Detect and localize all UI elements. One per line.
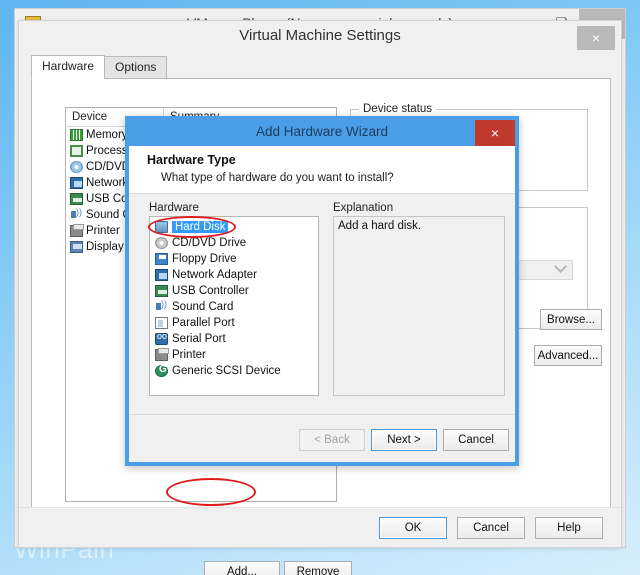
usb-controller-icon bbox=[155, 285, 168, 297]
browse-button[interactable]: Browse... bbox=[540, 309, 602, 330]
printer-icon bbox=[70, 224, 84, 237]
tab-options[interactable]: Options bbox=[104, 56, 168, 79]
hardware-item-label: Serial Port bbox=[172, 333, 226, 345]
hardware-list-item[interactable]: Generic SCSI Device bbox=[150, 363, 318, 379]
hardware-item-label: Network Adapter bbox=[172, 269, 258, 281]
network-adapter-icon bbox=[70, 177, 83, 189]
hardware-item-label: USB Controller bbox=[172, 285, 249, 297]
cd-dvd-icon bbox=[70, 161, 83, 173]
explanation-text: Add a hard disk. bbox=[338, 220, 422, 232]
wizard-content: Hardware Hard Disk CD/DVD Drive Floppy D… bbox=[129, 194, 515, 414]
hardware-list-item[interactable]: Hard Disk bbox=[150, 219, 318, 235]
hardware-list-item[interactable]: CD/DVD Drive bbox=[150, 235, 318, 251]
hardware-item-label: CD/DVD Drive bbox=[172, 237, 247, 249]
wizard-close-button[interactable]: × bbox=[475, 120, 515, 146]
wizard-titlebar: Add Hardware Wizard × bbox=[129, 120, 515, 146]
parallel-port-icon bbox=[155, 317, 168, 329]
hardware-item-label: Generic SCSI Device bbox=[172, 365, 281, 377]
hardware-list-item[interactable]: Network Adapter bbox=[150, 267, 318, 283]
hardware-list-item[interactable]: Serial Port bbox=[150, 331, 318, 347]
device-name: Display bbox=[86, 241, 124, 253]
wizard-back-button[interactable]: < Back bbox=[299, 429, 365, 451]
explanation-label: Explanation bbox=[333, 202, 394, 214]
cd-dvd-drive-icon bbox=[155, 237, 168, 249]
processor-icon bbox=[70, 145, 83, 157]
settings-close-button[interactable]: × bbox=[577, 26, 615, 50]
chevron-down-icon bbox=[554, 260, 567, 274]
advanced-button[interactable]: Advanced... bbox=[534, 345, 602, 366]
settings-title: Virtual Machine Settings bbox=[239, 27, 401, 44]
sound-card-icon bbox=[155, 299, 168, 313]
device-status-label: Device status bbox=[359, 103, 437, 115]
add-hardware-wizard-dialog: Add Hardware Wizard × Hardware Type What… bbox=[125, 116, 519, 466]
generic-scsi-icon bbox=[155, 364, 168, 377]
wizard-title: Add Hardware Wizard bbox=[255, 124, 389, 139]
hardware-item-label: Floppy Drive bbox=[172, 253, 237, 265]
settings-footer: OK Cancel Help bbox=[19, 507, 621, 547]
sound-card-icon bbox=[70, 207, 83, 221]
serial-port-icon bbox=[155, 331, 168, 345]
help-button[interactable]: Help bbox=[535, 517, 603, 539]
hardware-item-label: Hard Disk bbox=[172, 221, 229, 233]
wizard-heading: Hardware Type bbox=[147, 153, 236, 167]
wizard-header: Hardware Type What type of hardware do y… bbox=[129, 146, 515, 194]
settings-titlebar: Virtual Machine Settings × bbox=[19, 21, 621, 53]
add-button[interactable]: Add... bbox=[204, 561, 280, 575]
memory-icon bbox=[70, 129, 83, 141]
device-name: Memory bbox=[86, 129, 128, 141]
hardware-list-label: Hardware bbox=[149, 202, 199, 214]
network-adapter-icon bbox=[155, 269, 168, 281]
hard-disk-icon bbox=[155, 221, 168, 233]
device-name: Printer bbox=[86, 225, 120, 237]
usb-controller-icon bbox=[70, 193, 83, 205]
hardware-item-label: Printer bbox=[172, 349, 206, 361]
hardware-list-item[interactable]: Parallel Port bbox=[150, 315, 318, 331]
printer-icon bbox=[155, 348, 169, 361]
hardware-item-label: Parallel Port bbox=[172, 317, 235, 329]
hardware-list-item[interactable]: Floppy Drive bbox=[150, 251, 318, 267]
hardware-list-item[interactable]: USB Controller bbox=[150, 283, 318, 299]
wizard-footer: < Back Next > Cancel bbox=[129, 414, 515, 462]
wizard-next-button[interactable]: Next > bbox=[371, 429, 437, 451]
tab-hardware[interactable]: Hardware bbox=[31, 55, 106, 79]
display-icon bbox=[70, 241, 83, 253]
remove-button[interactable]: Remove bbox=[284, 561, 352, 575]
settings-tabs: Hardware Options bbox=[31, 55, 168, 79]
wizard-subheading: What type of hardware do you want to ins… bbox=[161, 172, 394, 184]
hardware-item-label: Sound Card bbox=[172, 301, 234, 313]
explanation-box: Add a hard disk. bbox=[333, 216, 505, 396]
floppy-drive-icon bbox=[155, 253, 168, 265]
hardware-list-item[interactable]: Sound Card bbox=[150, 299, 318, 315]
wizard-cancel-button[interactable]: Cancel bbox=[443, 429, 509, 451]
ok-button[interactable]: OK bbox=[379, 517, 447, 539]
hardware-list[interactable]: Hard Disk CD/DVD Drive Floppy Drive Netw… bbox=[149, 216, 319, 396]
hardware-list-item[interactable]: Printer bbox=[150, 347, 318, 363]
cancel-button[interactable]: Cancel bbox=[457, 517, 525, 539]
